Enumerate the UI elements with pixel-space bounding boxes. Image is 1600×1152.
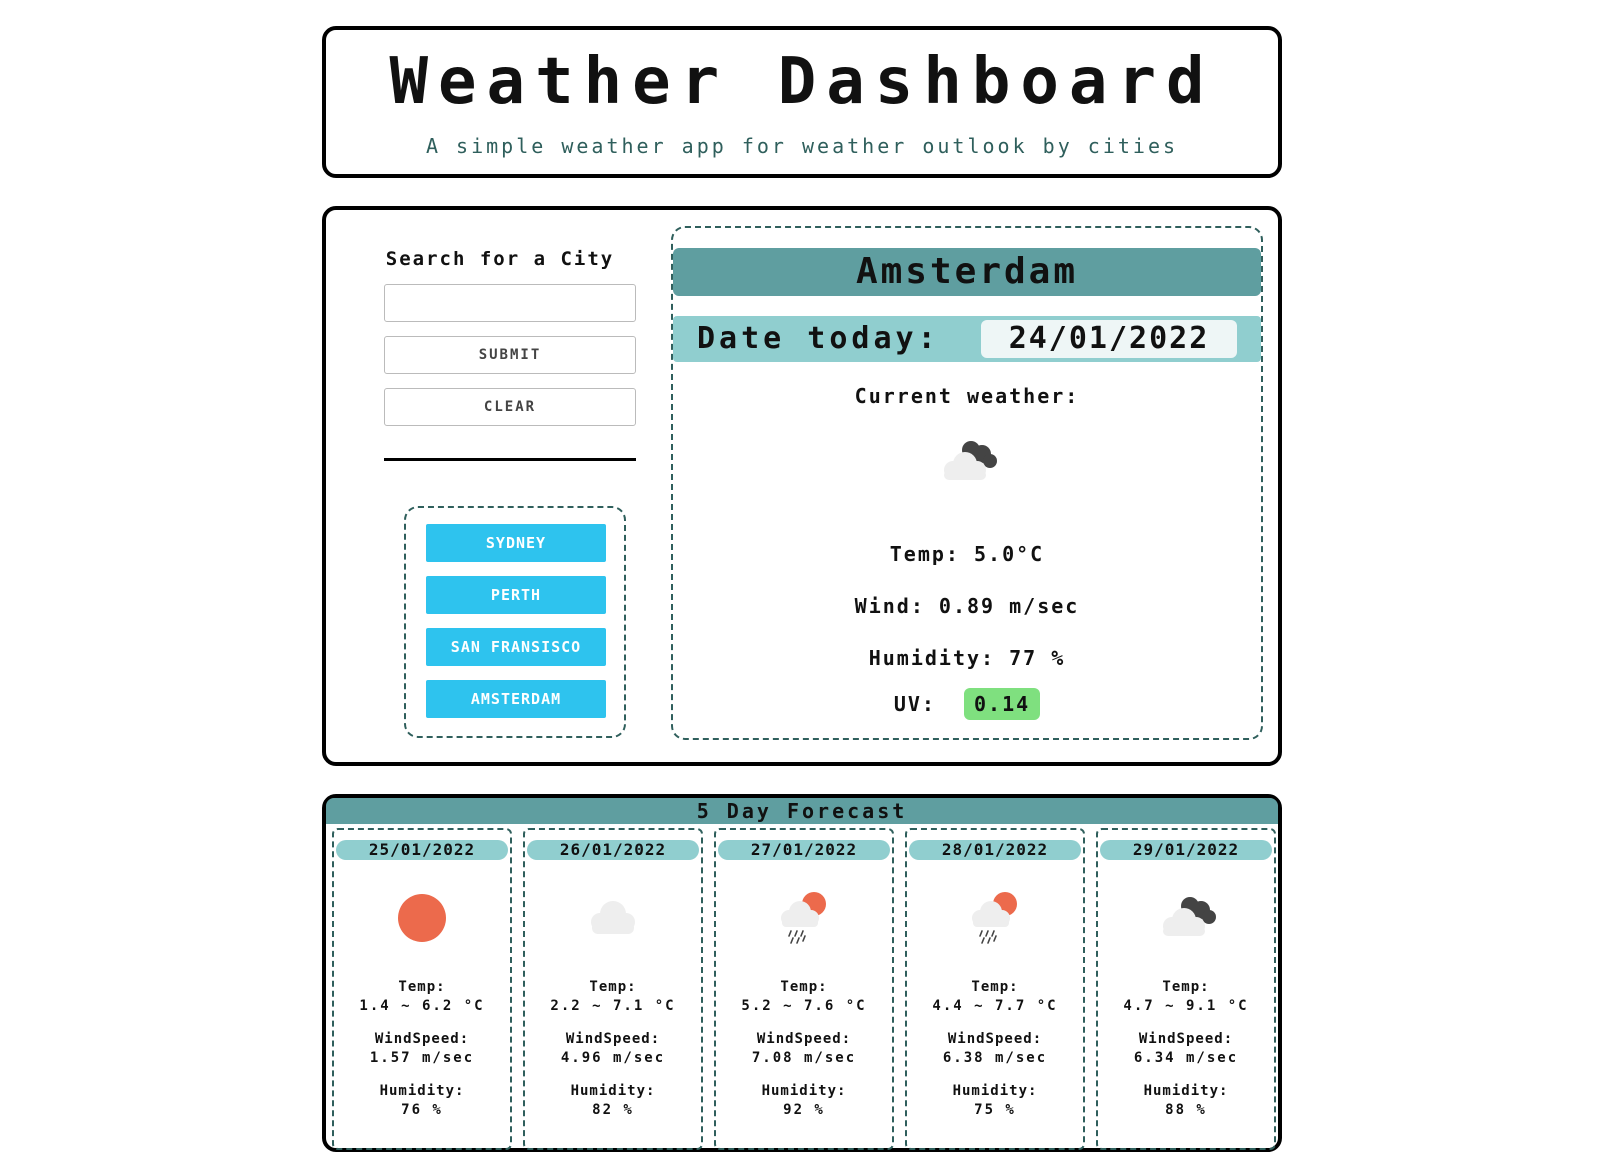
forecast-card: 27/01/2022 Temp: 5.2 ~ 7.6 °C WindSpeed:… — [714, 828, 894, 1150]
rain-sun-icon — [781, 892, 826, 944]
forecast-wind-label: WindSpeed: — [565, 1031, 661, 1047]
forecast-temp-value: 5.2 ~ 7.6 °C — [741, 998, 867, 1014]
current-weather-card: Amsterdam Date today: 24/01/2022 Current… — [671, 226, 1263, 740]
forecast-date: 29/01/2022 — [1100, 840, 1272, 860]
forecast-date: 26/01/2022 — [527, 840, 699, 860]
page-subtitle: A simple weather app for weather outlook… — [425, 134, 1179, 158]
forecast-date: 27/01/2022 — [718, 840, 890, 860]
forecast-humidity-value: 76 % — [401, 1102, 443, 1118]
forecast-wind-value: 1.57 m/sec — [369, 1050, 475, 1066]
forecast-temp-label: Temp: — [971, 979, 1019, 995]
current-weather-heading: Current weather: — [854, 384, 1080, 408]
dark-clouds-icon — [944, 441, 997, 480]
search-label: Search for a City — [385, 248, 615, 270]
temp-label: Temp: — [889, 542, 960, 566]
forecast-card: 28/01/2022 Temp: 4.4 ~ 7.7 °C WindSpeed:… — [905, 828, 1085, 1150]
date-label: Date today: — [697, 321, 940, 356]
forecast-humidity-label: Humidity: — [1143, 1083, 1229, 1099]
forecast-temp-label: Temp: — [1162, 979, 1210, 995]
clear-button[interactable]: CLEAR — [384, 388, 636, 426]
city-name: Amsterdam — [673, 248, 1261, 296]
forecast-wind-label: WindSpeed: — [756, 1031, 852, 1047]
history-city-button[interactable]: PERTH — [426, 576, 606, 614]
dark-clouds-icon — [1163, 897, 1216, 936]
forecast-temp-value: 4.4 ~ 7.7 °C — [932, 998, 1058, 1014]
forecast-card: 26/01/2022 Temp: 2.2 ~ 7.1 °C WindSpeed:… — [523, 828, 703, 1150]
forecast-temp-value: 1.4 ~ 6.2 °C — [359, 998, 485, 1014]
forecast-wind-label: WindSpeed: — [374, 1031, 470, 1047]
wind-value: 0.89 m/sec — [938, 594, 1080, 618]
forecast-wind-label: WindSpeed: — [947, 1031, 1043, 1047]
search-panel: Search for a City SUBMIT CLEAR — [372, 248, 636, 461]
forecast-temp-label: Temp: — [398, 979, 446, 995]
wind-label: Wind: — [854, 594, 925, 618]
humidity-label: Humidity: — [868, 646, 996, 670]
forecast-wind-value: 6.34 m/sec — [1133, 1050, 1239, 1066]
forecast-humidity-label: Humidity: — [570, 1083, 656, 1099]
forecast-humidity-value: 82 % — [592, 1102, 634, 1118]
forecast-humidity-value: 92 % — [783, 1102, 825, 1118]
forecast-temp-label: Temp: — [589, 979, 637, 995]
history-city-button[interactable]: SAN FRANSISCO — [426, 628, 606, 666]
wind-line: Wind: 0.89 m/sec — [673, 594, 1261, 618]
forecast-humidity-label: Humidity: — [952, 1083, 1038, 1099]
sun-icon — [398, 894, 446, 942]
uv-line: UV: 0.14 — [673, 688, 1261, 720]
forecast-humidity-value: 88 % — [1165, 1102, 1207, 1118]
forecast-temp-value: 4.7 ~ 9.1 °C — [1123, 998, 1249, 1014]
history-city-button[interactable]: AMSTERDAM — [426, 680, 606, 718]
temp-line: Temp: 5.0°C — [673, 542, 1261, 566]
forecast-temp-value: 2.2 ~ 7.1 °C — [550, 998, 676, 1014]
humidity-line: Humidity: 77 % — [673, 646, 1261, 670]
page-title: Weather Dashboard — [389, 45, 1215, 119]
history-city-button[interactable]: SYDNEY — [426, 524, 606, 562]
uv-label: UV: — [893, 692, 936, 716]
forecast-card: 25/01/2022 Temp: 1.4 ~ 6.2 °C WindSpeed:… — [332, 828, 512, 1150]
forecast-card: 29/01/2022 Temp: 4.7 ~ 9.1 °C WindSpeed:… — [1096, 828, 1276, 1150]
main-panel: Search for a City SUBMIT CLEAR SYDNEY PE… — [322, 206, 1282, 766]
divider — [384, 458, 636, 461]
date-value: 24/01/2022 — [981, 320, 1237, 358]
forecast-date: 25/01/2022 — [336, 840, 508, 860]
forecast-humidity-label: Humidity: — [761, 1083, 847, 1099]
submit-button[interactable]: SUBMIT — [384, 336, 636, 374]
forecast-temp-label: Temp: — [780, 979, 828, 995]
cloud-icon — [591, 901, 635, 934]
search-history: SYDNEY PERTH SAN FRANSISCO AMSTERDAM — [404, 506, 626, 738]
forecast-panel: 5 Day Forecast 25/01/2022 Temp: 1.4 ~ 6.… — [322, 794, 1282, 1152]
forecast-humidity-value: 75 % — [974, 1102, 1016, 1118]
forecast-wind-value: 6.38 m/sec — [942, 1050, 1048, 1066]
forecast-wind-value: 7.08 m/sec — [751, 1050, 857, 1066]
forecast-date: 28/01/2022 — [909, 840, 1081, 860]
forecast-heading: 5 Day Forecast — [326, 798, 1278, 824]
forecast-wind-label: WindSpeed: — [1138, 1031, 1234, 1047]
forecast-wind-value: 4.96 m/sec — [560, 1050, 666, 1066]
city-search-input[interactable] — [384, 284, 636, 322]
date-row: Date today: 24/01/2022 — [673, 316, 1261, 362]
humidity-value: 77 % — [1009, 646, 1066, 670]
rain-sun-icon — [972, 892, 1017, 944]
forecast-humidity-label: Humidity: — [379, 1083, 465, 1099]
temp-value: 5.0°C — [974, 542, 1045, 566]
uv-badge: 0.14 — [964, 688, 1041, 720]
header-panel: Weather Dashboard A simple weather app f… — [322, 26, 1282, 178]
